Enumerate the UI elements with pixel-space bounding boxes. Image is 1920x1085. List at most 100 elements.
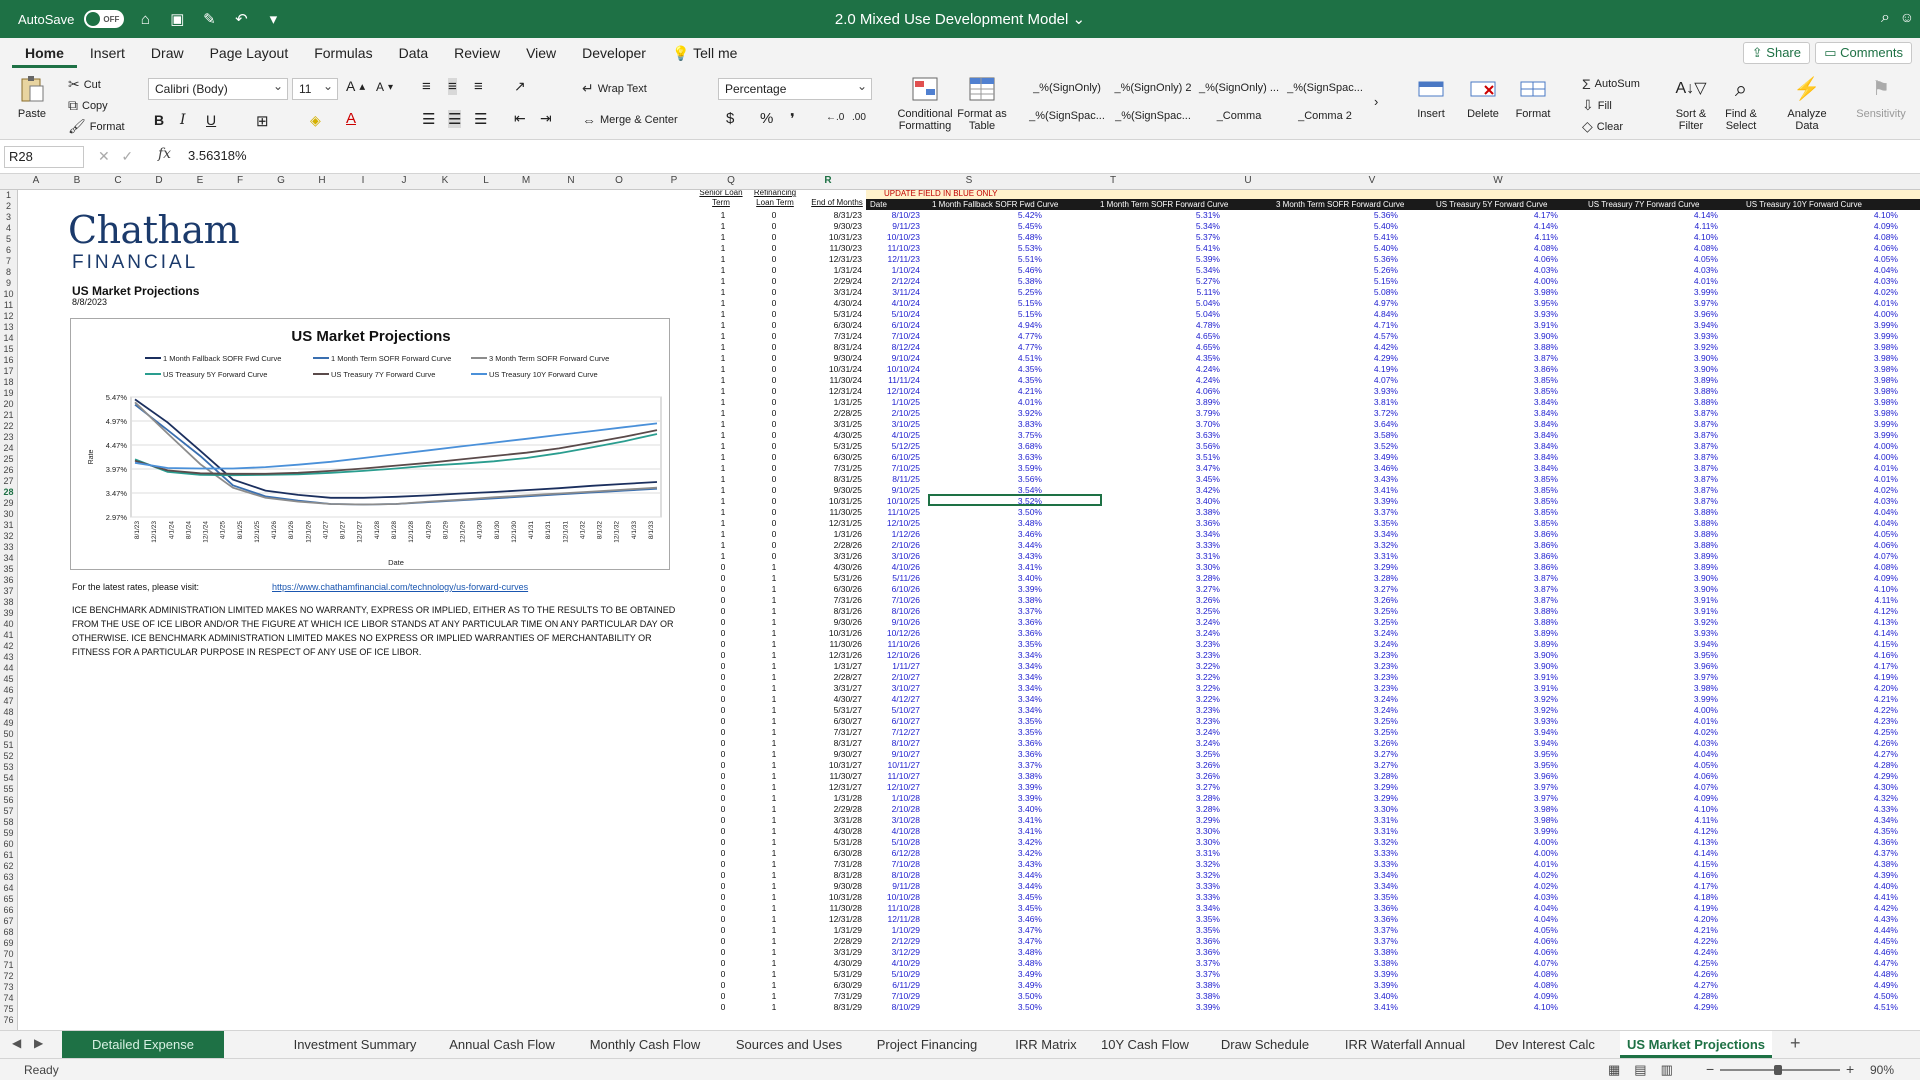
ust-10y-cell[interactable]: 4.10% [1738, 584, 1898, 595]
ust-10y-cell[interactable]: 3.99% [1738, 430, 1898, 441]
term-sofr-1m-cell[interactable]: 3.31% [1100, 551, 1220, 562]
row-header[interactable]: 49 [0, 718, 17, 729]
fallback-sofr-1m-cell[interactable]: 3.35% [930, 727, 1042, 738]
ust-5y-cell[interactable]: 4.00% [1418, 837, 1558, 848]
senior-loan-term-cell[interactable]: 0 [698, 705, 748, 716]
term-sofr-1m-cell[interactable]: 3.31% [1100, 848, 1220, 859]
refi-loan-term-cell[interactable]: 1 [748, 672, 800, 683]
column-header-t[interactable]: T [1103, 175, 1123, 186]
refi-loan-term-cell[interactable]: 0 [748, 551, 800, 562]
cell-style-4[interactable]: _%(SignSpac... [1284, 82, 1366, 94]
term-sofr-3m-cell[interactable]: 4.29% [1276, 353, 1398, 364]
term-sofr-1m-cell[interactable]: 3.26% [1100, 771, 1220, 782]
ust-10y-cell[interactable]: 4.10% [1738, 210, 1898, 221]
refi-loan-term-cell[interactable]: 0 [748, 507, 800, 518]
term-sofr-1m-cell[interactable]: 5.27% [1100, 276, 1220, 287]
row-header[interactable]: 41 [0, 630, 17, 641]
term-sofr-3m-cell[interactable]: 3.52% [1276, 441, 1398, 452]
refi-loan-term-cell[interactable]: 1 [748, 903, 800, 914]
home-icon[interactable]: ⌂ [134, 8, 156, 30]
refi-loan-term-cell[interactable]: 1 [748, 870, 800, 881]
comments-button[interactable]: ▭ Comments [1815, 42, 1912, 64]
term-sofr-3m-cell[interactable]: 3.40% [1276, 991, 1398, 1002]
term-sofr-1m-cell[interactable]: 3.30% [1100, 562, 1220, 573]
end-of-month-cell[interactable]: 8/31/26 [808, 606, 862, 617]
date-cell[interactable]: 7/10/25 [866, 463, 920, 474]
fallback-sofr-1m-cell[interactable]: 3.47% [930, 925, 1042, 936]
refi-loan-term-cell[interactable]: 0 [748, 353, 800, 364]
ust-7y-cell[interactable]: 3.97% [1578, 672, 1718, 683]
date-cell[interactable]: 3/10/27 [866, 683, 920, 694]
row-header[interactable]: 67 [0, 916, 17, 927]
end-of-month-cell[interactable]: 8/31/24 [808, 342, 862, 353]
ust-5y-cell[interactable]: 3.98% [1418, 815, 1558, 826]
ust-7y-cell[interactable]: 4.05% [1578, 760, 1718, 771]
term-sofr-1m-cell[interactable]: 3.34% [1100, 903, 1220, 914]
sheet-tab-irr-matrix[interactable]: IRR Matrix [1006, 1031, 1086, 1058]
row-header[interactable]: 64 [0, 883, 17, 894]
ust-7y-cell[interactable]: 4.29% [1578, 1002, 1718, 1013]
senior-loan-term-cell[interactable]: 0 [698, 683, 748, 694]
fill-button[interactable]: ⇩ Fill [1582, 97, 1612, 114]
ust-10y-cell[interactable]: 4.08% [1738, 562, 1898, 573]
increase-indent-icon[interactable]: ⇥ [540, 110, 552, 127]
date-cell[interactable]: 7/10/28 [866, 859, 920, 870]
row-header[interactable]: 59 [0, 828, 17, 839]
term-sofr-1m-cell[interactable]: 3.22% [1100, 661, 1220, 672]
fallback-sofr-1m-cell[interactable]: 3.35% [930, 716, 1042, 727]
ust-5y-cell[interactable]: 3.96% [1418, 771, 1558, 782]
ust-7y-cell[interactable]: 4.13% [1578, 837, 1718, 848]
tab-formulas[interactable]: Formulas [301, 38, 385, 68]
row-header[interactable]: 28 [0, 487, 17, 498]
tab-page-layout[interactable]: Page Layout [197, 38, 302, 68]
ust-7y-cell[interactable]: 3.87% [1578, 463, 1718, 474]
row-header[interactable]: 15 [0, 344, 17, 355]
ust-5y-cell[interactable]: 3.91% [1418, 672, 1558, 683]
end-of-month-cell[interactable]: 2/28/27 [808, 672, 862, 683]
term-sofr-3m-cell[interactable]: 4.84% [1276, 309, 1398, 320]
row-header[interactable]: 33 [0, 542, 17, 553]
senior-loan-term-cell[interactable]: 1 [698, 529, 748, 540]
row-header[interactable]: 8 [0, 267, 17, 278]
date-cell[interactable]: 9/10/25 [866, 485, 920, 496]
page-layout-view-icon[interactable]: ▤ [1634, 1062, 1646, 1078]
row-header[interactable]: 69 [0, 938, 17, 949]
fallback-sofr-1m-cell[interactable]: 4.35% [930, 375, 1042, 386]
term-sofr-1m-cell[interactable]: 3.29% [1100, 815, 1220, 826]
refi-loan-term-cell[interactable]: 0 [748, 331, 800, 342]
end-of-month-cell[interactable]: 12/31/24 [808, 386, 862, 397]
term-sofr-1m-cell[interactable]: 3.24% [1100, 617, 1220, 628]
paste-button[interactable]: Paste [10, 74, 54, 120]
end-of-month-cell[interactable]: 1/31/25 [808, 397, 862, 408]
end-of-month-cell[interactable]: 12/31/23 [808, 254, 862, 265]
ust-10y-cell[interactable]: 3.98% [1738, 375, 1898, 386]
date-cell[interactable]: 1/10/28 [866, 793, 920, 804]
senior-loan-term-cell[interactable]: 1 [698, 210, 748, 221]
ust-10y-cell[interactable]: 3.99% [1738, 331, 1898, 342]
ust-7y-cell[interactable]: 4.10% [1578, 804, 1718, 815]
ust-7y-cell[interactable]: 3.96% [1578, 661, 1718, 672]
title-dropdown-icon[interactable]: ⌄ [1073, 11, 1086, 28]
date-cell[interactable]: 4/12/27 [866, 694, 920, 705]
ust-10y-cell[interactable]: 4.04% [1738, 265, 1898, 276]
ust-10y-cell[interactable]: 3.99% [1738, 419, 1898, 430]
term-sofr-1m-cell[interactable]: 3.30% [1100, 826, 1220, 837]
column-header-s[interactable]: S [959, 175, 979, 186]
term-sofr-3m-cell[interactable]: 3.34% [1276, 529, 1398, 540]
end-of-month-cell[interactable]: 4/30/27 [808, 694, 862, 705]
row-header[interactable]: 10 [0, 289, 17, 300]
ust-10y-cell[interactable]: 4.44% [1738, 925, 1898, 936]
senior-loan-term-cell[interactable]: 1 [698, 287, 748, 298]
row-header[interactable]: 75 [0, 1004, 17, 1015]
term-sofr-1m-cell[interactable]: 4.65% [1100, 331, 1220, 342]
senior-loan-term-cell[interactable]: 0 [698, 837, 748, 848]
ust-7y-cell[interactable]: 3.88% [1578, 518, 1718, 529]
term-sofr-3m-cell[interactable]: 3.24% [1276, 639, 1398, 650]
fill-color-icon[interactable]: ◈ [310, 112, 321, 129]
senior-loan-term-cell[interactable]: 1 [698, 496, 748, 507]
refi-loan-term-cell[interactable]: 1 [748, 991, 800, 1002]
senior-loan-term-cell[interactable]: 0 [698, 848, 748, 859]
end-of-month-cell[interactable]: 4/30/25 [808, 430, 862, 441]
refi-loan-term-cell[interactable]: 0 [748, 232, 800, 243]
row-header[interactable]: 4 [0, 223, 17, 234]
